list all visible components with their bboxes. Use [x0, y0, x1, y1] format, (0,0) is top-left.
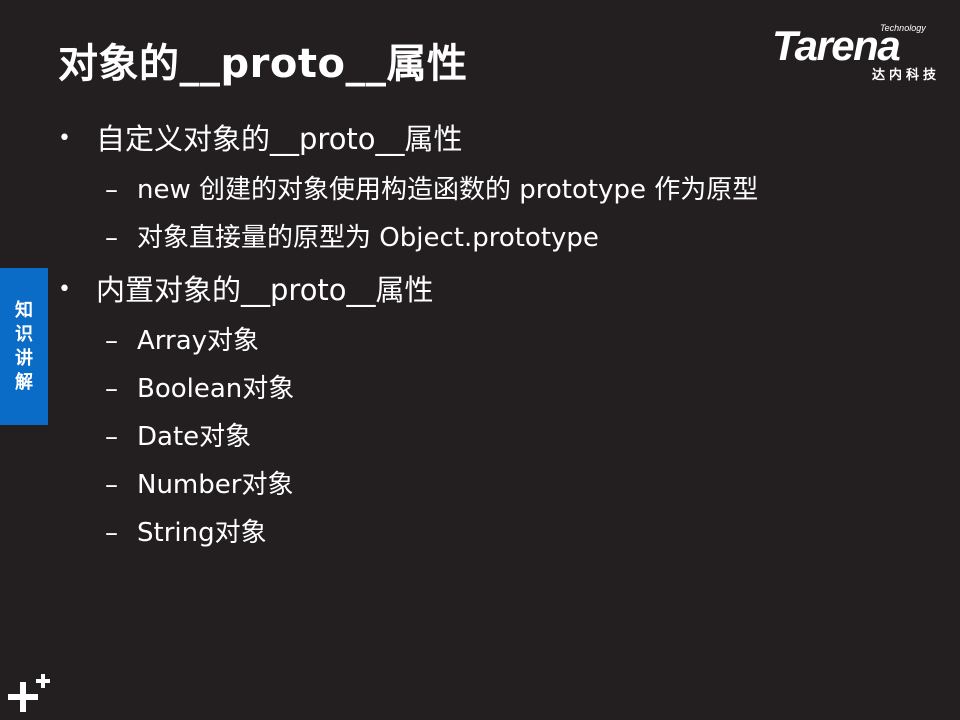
sub-bullet-item: – new 创建的对象使用构造函数的 prototype 作为原型 — [58, 170, 758, 210]
tarena-logo: Tarena Technology 达内科技 — [772, 22, 942, 84]
sub-bullet-dash: – — [105, 470, 118, 500]
sub-bullet-text: 对象直接量的原型为 Object.prototype — [137, 223, 599, 253]
sub-bullet-item: – String对象 — [58, 513, 758, 553]
sub-bullet-text: new 创建的对象使用构造函数的 prototype 作为原型 — [137, 175, 759, 205]
logo-tagline: Technology — [880, 23, 926, 33]
sub-bullet-item: – Number对象 — [58, 465, 758, 505]
side-tab-char: 识 — [15, 323, 33, 345]
bullet-dot: • — [58, 277, 71, 302]
sub-bullet-dash: – — [105, 326, 118, 356]
side-tab-char: 讲 — [15, 347, 33, 369]
sub-bullet-item: – 对象直接量的原型为 Object.prototype — [58, 218, 758, 258]
side-tab-char: 解 — [15, 371, 33, 393]
bullet-item: • 自定义对象的__proto__属性 — [58, 118, 758, 160]
bullet-item: • 内置对象的__proto__属性 — [58, 269, 758, 311]
knowledge-tab: 知 识 讲 解 — [0, 268, 48, 425]
bullet-text: 自定义对象的__proto__属性 — [96, 122, 463, 156]
sub-bullet-item: – Date对象 — [58, 417, 758, 457]
sub-bullet-text: Boolean对象 — [137, 374, 295, 404]
plus-decoration-icon — [8, 674, 50, 712]
sub-bullet-dash: – — [105, 518, 118, 548]
side-tab-char: 知 — [15, 299, 33, 321]
sub-bullet-text: String对象 — [137, 518, 267, 548]
bullet-list: • 自定义对象的__proto__属性 – new 创建的对象使用构造函数的 p… — [58, 118, 758, 553]
bullet-text: 内置对象的__proto__属性 — [96, 273, 434, 307]
sub-bullet-dash: – — [105, 175, 118, 205]
sub-bullet-dash: – — [105, 422, 118, 452]
slide-title: 对象的__proto__属性 — [58, 41, 468, 87]
slide: 对象的__proto__属性 Tarena Technology 达内科技 知 … — [0, 0, 960, 720]
sub-bullet-text: Array对象 — [137, 326, 260, 356]
sub-bullet-dash: – — [105, 374, 118, 404]
sub-bullet-dash: – — [105, 223, 118, 253]
sub-bullet-item: – Array对象 — [58, 321, 758, 361]
logo-subtitle: 达内科技 — [871, 68, 940, 83]
sub-bullet-item: – Boolean对象 — [58, 369, 758, 409]
bullet-dot: • — [58, 126, 71, 151]
sub-bullet-text: Date对象 — [137, 422, 252, 452]
sub-bullet-text: Number对象 — [137, 470, 294, 500]
